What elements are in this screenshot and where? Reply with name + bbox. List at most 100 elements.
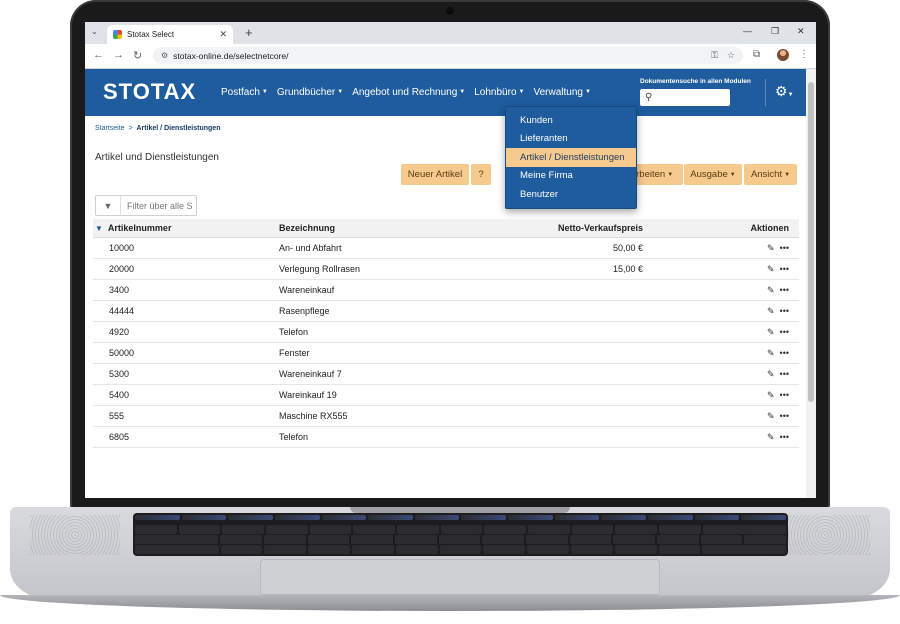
cell-preis: 15,00 € [612, 264, 643, 274]
col-artikelnummer[interactable]: ▼ Artikelnummer [93, 223, 275, 233]
menu-lohnbuero[interactable]: Lohnbüro ▼ [474, 87, 524, 98]
menu-grundbuecher[interactable]: Grundbücher ▼ [277, 87, 343, 98]
forward-icon[interactable]: → [113, 49, 124, 61]
more-options-icon[interactable]: ••• [780, 369, 789, 380]
output-label: Ausgabe [690, 169, 728, 180]
more-options-icon[interactable]: ••• [780, 327, 789, 338]
more-options-icon[interactable]: ••• [780, 285, 789, 296]
breadcrumb-current: Artikel / Dienstleistungen [136, 125, 221, 132]
more-options-icon[interactable]: ••• [780, 264, 789, 275]
close-window-icon[interactable]: ✕ [797, 26, 805, 37]
edit-icon[interactable]: ✎ [767, 327, 775, 338]
cell-bezeichnung: Wareneinkauf [279, 285, 335, 295]
edit-icon[interactable]: ✎ [767, 411, 775, 422]
caret-down-icon: ▼ [584, 89, 591, 96]
new-tab-icon[interactable]: + [245, 25, 253, 40]
table-row[interactable]: 5400 Wareinkauf 19 ✎ ••• [93, 385, 799, 406]
more-options-icon[interactable]: ••• [780, 306, 789, 317]
minimize-icon[interactable]: — [743, 26, 752, 36]
cell-artikelnummer: 10000 [109, 243, 135, 253]
caret-down-icon: ▼ [261, 89, 268, 96]
col-netto-verkaufspreis[interactable]: Netto-Verkaufspreis [465, 223, 645, 233]
dropdown-item[interactable]: Meine Firma [506, 167, 636, 186]
more-options-icon[interactable]: ••• [780, 432, 789, 443]
extensions-icon[interactable]: ⧉ [753, 49, 760, 60]
breadcrumb-separator: > [128, 125, 133, 132]
table-row[interactable]: 44444 Rasenpflege ✎ ••• [93, 301, 799, 322]
menu-verwaltung[interactable]: Verwaltung ▼ [533, 87, 590, 98]
caret-down-icon: ▼ [518, 89, 525, 96]
table-row[interactable]: 20000 Verlegung Rollrasen 15,00 € ✎ ••• [93, 259, 799, 280]
filter-input[interactable]: ▼ Filter über alle S [95, 195, 197, 216]
table-row[interactable]: 5300 Wareneinkauf 7 ✎ ••• [93, 364, 799, 385]
cell-bezeichnung: Telefon [279, 327, 309, 337]
doc-search-input[interactable]: ⚲ [640, 89, 730, 106]
cell-artikelnummer: 44444 [109, 306, 135, 316]
close-tab-icon[interactable]: ✕ [219, 29, 227, 40]
caret-down-icon: ▼ [729, 171, 736, 178]
caret-down-icon: ▼ [459, 89, 466, 96]
reload-icon[interactable]: ↻ [133, 49, 142, 62]
edit-icon[interactable]: ✎ [767, 264, 775, 275]
cell-aktionen: ✎ ••• [645, 411, 799, 422]
view-dropdown-button[interactable]: Ansicht ▼ [744, 164, 797, 185]
cell-bezeichnung: Fenster [279, 348, 310, 358]
filter-funnel-icon[interactable]: ▼ [95, 224, 103, 233]
address-bar[interactable]: ⚙ stotax-online.de/selectnetcore/ ⚿ ☆ [153, 47, 743, 64]
browser-tab[interactable]: Stotax Select ✕ [107, 25, 233, 44]
dropdown-item[interactable]: Benutzer [506, 185, 636, 204]
output-dropdown-button[interactable]: Ausgabe ▼ [684, 164, 742, 185]
cell-aktionen: ✎ ••• [645, 327, 799, 338]
col-bezeichnung[interactable]: Bezeichnung [275, 223, 465, 233]
edit-icon[interactable]: ✎ [767, 285, 775, 296]
profile-avatar[interactable] [777, 49, 789, 61]
menu-angebot-rechnung[interactable]: Angebot und Rechnung ▼ [352, 87, 465, 98]
cell-bezeichnung: An- und Abfahrt [279, 243, 342, 253]
edit-icon[interactable]: ✎ [767, 243, 775, 254]
more-options-icon[interactable]: ••• [780, 348, 789, 359]
table-row[interactable]: 50000 Fenster ✎ ••• [93, 343, 799, 364]
tab-search-chevron-icon[interactable]: ⌄ [91, 27, 98, 36]
edit-icon[interactable]: ✎ [767, 432, 775, 443]
scrollbar-thumb[interactable] [808, 82, 814, 402]
cell-artikelnummer: 555 [109, 411, 125, 421]
dropdown-item[interactable]: Kunden [506, 111, 636, 130]
edit-icon[interactable]: ✎ [767, 306, 775, 317]
cell-aktionen: ✎ ••• [645, 306, 799, 317]
cell-bezeichnung: Telefon [279, 432, 309, 442]
bookmark-star-icon[interactable]: ☆ [727, 50, 735, 61]
table-row[interactable]: 10000 An- und Abfahrt 50,00 € ✎ ••• [93, 238, 799, 259]
table-row[interactable]: 555 Maschine RX555 ✎ ••• [93, 406, 799, 427]
new-article-button[interactable]: Neuer Artikel [401, 164, 469, 185]
more-options-icon[interactable]: ••• [780, 411, 789, 422]
stotax-logo[interactable]: STOTAX [103, 79, 196, 105]
breadcrumb-home[interactable]: Startseite [95, 125, 125, 132]
verwaltung-dropdown-menu: Kunden Lieferanten Artikel / Dienstleistun… [505, 106, 637, 209]
back-icon[interactable]: ← [93, 49, 104, 61]
laptop-deck [10, 507, 890, 599]
edit-icon[interactable]: ✎ [767, 348, 775, 359]
cell-aktionen: ✎ ••• [645, 390, 799, 401]
help-button[interactable]: ? [471, 164, 491, 185]
browser-toolbar: ← → ↻ ⚙ stotax-online.de/selectnetcore/ … [85, 44, 816, 69]
dropdown-item[interactable]: Lieferanten [506, 130, 636, 149]
table-row[interactable]: 3400 Wareneinkauf ✎ ••• [93, 280, 799, 301]
password-key-icon[interactable]: ⚿ [711, 50, 718, 61]
edit-icon[interactable]: ✎ [767, 390, 775, 401]
more-options-icon[interactable]: ••• [780, 243, 789, 254]
cell-bezeichnung: Rasenpflege [279, 306, 330, 316]
restore-icon[interactable]: ❐ [771, 26, 779, 37]
cell-artikelnummer: 20000 [109, 264, 135, 274]
cell-aktionen: ✎ ••• [645, 285, 799, 296]
table-row[interactable]: 6805 Telefon ✎ ••• [93, 427, 799, 448]
browser-menu-icon[interactable]: ⋮ [799, 49, 809, 60]
dropdown-item[interactable]: Artikel / Dienstleistungen [506, 148, 636, 167]
more-options-icon[interactable]: ••• [780, 390, 789, 401]
menu-postfach[interactable]: Postfach ▼ [221, 87, 268, 98]
site-info-icon[interactable]: ⚙ [161, 51, 168, 60]
laptop-base [0, 507, 900, 615]
cell-aktionen: ✎ ••• [645, 369, 799, 380]
table-row[interactable]: 4920 Telefon ✎ ••• [93, 322, 799, 343]
edit-icon[interactable]: ✎ [767, 369, 775, 380]
settings-gear-icon[interactable]: ⚙▼ [775, 83, 794, 100]
